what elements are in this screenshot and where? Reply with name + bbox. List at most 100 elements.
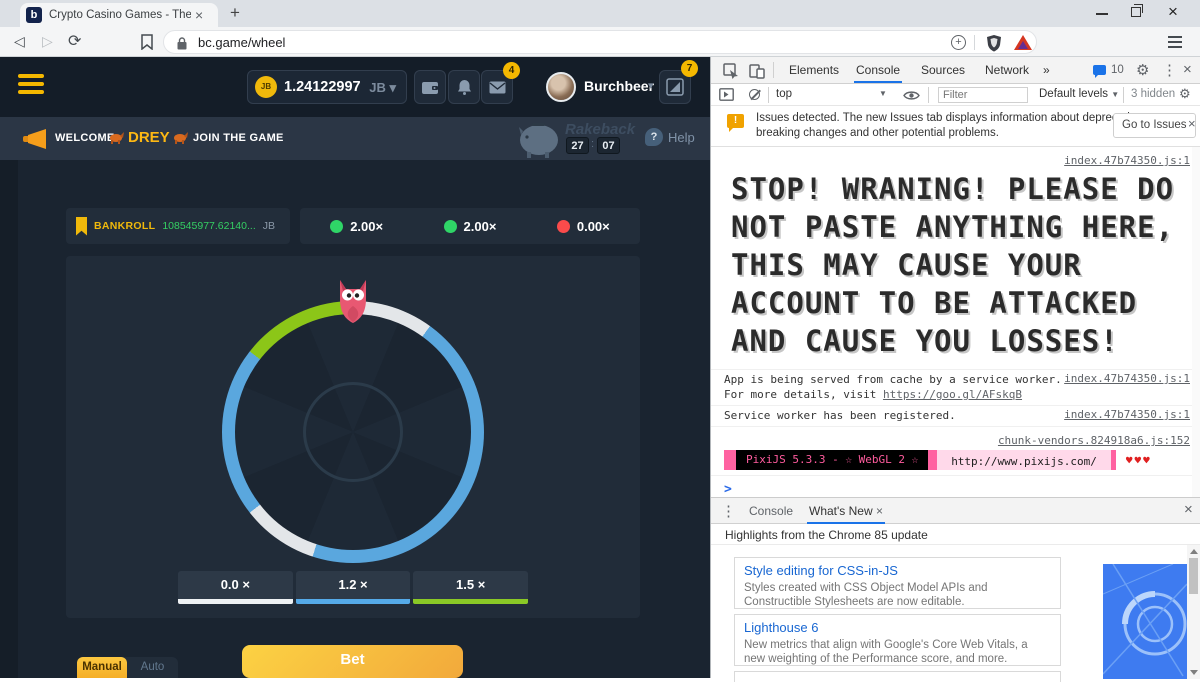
rakeback-timer-sec: 07: [597, 137, 620, 154]
issues-count[interactable]: 10: [1111, 64, 1124, 76]
tab-close-icon[interactable]: ×: [195, 8, 203, 22]
bankroll-currency: JB: [263, 220, 275, 232]
promo-banner: WELCOME DREY JOIN THE GAME Rakeback 27 :…: [0, 117, 710, 160]
chrome-85-artwork: [1103, 564, 1187, 679]
console-toolbar: top ▼ Default levels ▼ 3 hidden ⚙: [711, 84, 1200, 106]
multiplier-underline: [413, 599, 528, 604]
bookmark-icon[interactable]: [140, 34, 154, 50]
address-bar[interactable]: bc.game/wheel +: [163, 30, 1037, 54]
filter-input[interactable]: [938, 87, 1028, 103]
rakeback-label[interactable]: Rakeback: [565, 121, 635, 138]
source-link[interactable]: index.47b74350.js:1: [1064, 408, 1190, 423]
notifications-button[interactable]: [448, 70, 480, 104]
tab-auto[interactable]: Auto: [127, 657, 178, 678]
tab-manual[interactable]: Manual: [77, 657, 127, 678]
card-title-link[interactable]: Style editing for CSS-in-JS: [744, 563, 1051, 578]
wheel-interior: [235, 314, 471, 550]
timer-colon: :: [591, 138, 594, 150]
console-messages: index.47b74350.js:1 STOP! WRANING! PLEAS…: [711, 147, 1200, 497]
window-close-button[interactable]: ×: [1168, 2, 1178, 22]
drawer-tab-whatsnew[interactable]: What's New ×: [807, 498, 885, 524]
drawer-close-icon[interactable]: ×: [1184, 501, 1193, 518]
scroll-down-icon[interactable]: [1190, 670, 1198, 675]
window-maximize-button[interactable]: [1131, 7, 1141, 17]
console-settings-icon[interactable]: ⚙: [1179, 86, 1191, 102]
goo-gl-link[interactable]: https://goo.gl/AFskqB: [883, 388, 1022, 401]
pixijs-link[interactable]: http://www.pixijs.com/: [951, 455, 1097, 468]
divider: [928, 87, 929, 103]
log-levels-dropdown[interactable]: Default levels ▼: [1039, 88, 1119, 100]
source-link[interactable]: index.47b74350.js:1: [1064, 154, 1190, 167]
pixi-banner: PixiJS 5.3.3 - ☆ WebGL 2 ☆ http://www.pi…: [724, 448, 1190, 472]
results-history: 2.00× 2.00× 0.00×: [300, 208, 640, 244]
bankroll-amount: 108545977.62140...: [162, 220, 255, 232]
avatar[interactable]: [546, 72, 576, 102]
tab-sources[interactable]: Sources: [919, 57, 967, 83]
megaphone-icon: [22, 127, 48, 151]
console-prompt-icon[interactable]: >: [711, 476, 1200, 497]
log-text: App is being served from cache by a serv…: [724, 372, 1062, 387]
clear-console-icon[interactable]: [749, 89, 760, 100]
result-dot-red: [557, 220, 570, 233]
console-sidebar-icon[interactable]: [719, 88, 734, 101]
rewards-icon[interactable]: +: [951, 35, 966, 50]
tab-close-icon[interactable]: ×: [876, 504, 883, 518]
window-minimize-button[interactable]: [1096, 13, 1108, 15]
tab-elements[interactable]: Elements: [787, 57, 841, 83]
drawer-tab-console[interactable]: Console: [747, 498, 795, 524]
multiplier-button-0x[interactable]: 0.0 ×: [178, 571, 293, 604]
forward-button[interactable]: ▷: [42, 33, 53, 50]
console-scrollbar[interactable]: [1192, 147, 1200, 497]
devtools-close-icon[interactable]: ×: [1183, 61, 1192, 78]
devtools-tabbar: Elements Console Sources Network » 10 ⚙ …: [711, 57, 1200, 84]
username[interactable]: Burchbeer: [584, 78, 654, 94]
tab-console[interactable]: Console: [854, 57, 902, 83]
bet-button[interactable]: Bet: [242, 645, 463, 678]
brave-shield-icon[interactable]: [986, 34, 1002, 52]
context-selector[interactable]: top: [776, 88, 792, 100]
result-dot-green: [330, 220, 343, 233]
new-tab-button[interactable]: +: [230, 3, 240, 23]
help-icon[interactable]: ?: [645, 128, 663, 146]
whatsnew-card-partial: [734, 671, 1061, 682]
wheel: [222, 301, 484, 563]
url-text[interactable]: bc.game/wheel: [198, 35, 285, 50]
history-item: 0.00×: [557, 219, 610, 234]
game-page: JB 1.24122997 JB ▾ 4 Burchbeer ▾ 7 WELCO…: [0, 57, 710, 678]
device-toolbar-icon[interactable]: [749, 63, 765, 79]
balance-display[interactable]: JB 1.24122997 JB ▾: [247, 70, 407, 104]
tab-network[interactable]: Network: [983, 57, 1031, 83]
divider: [1123, 87, 1124, 103]
inspect-element-icon[interactable]: [723, 63, 739, 79]
card-title-link[interactable]: Lighthouse 6: [744, 620, 1051, 635]
source-link[interactable]: index.47b74350.js:1: [1064, 372, 1190, 387]
go-to-issues-button[interactable]: Go to Issues: [1113, 113, 1196, 138]
multiplier-button-1-2x[interactable]: 1.2 ×: [296, 571, 411, 604]
browser-tabstrip: b Crypto Casino Games - The 16 Bes × + ×: [0, 0, 1200, 27]
help-label[interactable]: Help: [668, 130, 695, 145]
devtools-drawer: ⋮ Console What's New × × Highlights from…: [711, 497, 1200, 678]
issues-bubble-icon[interactable]: [1093, 65, 1106, 75]
game-menu-icon[interactable]: [18, 74, 44, 94]
source-link[interactable]: chunk-vendors.824918a6.js:152: [998, 434, 1190, 447]
settings-gear-icon[interactable]: ⚙: [1136, 61, 1149, 79]
drawer-scrollbar[interactable]: [1187, 545, 1200, 679]
eye-icon[interactable]: [903, 90, 920, 101]
drawer-overflow-icon[interactable]: ⋮: [721, 502, 736, 520]
restore-icon: [1134, 4, 1143, 13]
piggy-bank-icon[interactable]: [517, 119, 561, 159]
tab-title: Crypto Casino Games - The 16 Bes: [49, 9, 191, 21]
bat-triangle-icon[interactable]: [1014, 35, 1032, 50]
wallet-button[interactable]: [414, 70, 446, 104]
scroll-up-icon[interactable]: [1190, 549, 1198, 554]
currency-dropdown[interactable]: JB ▾: [369, 80, 396, 96]
more-tabs-icon[interactable]: »: [1041, 57, 1052, 83]
back-button[interactable]: ◁: [14, 33, 25, 50]
scroll-thumb[interactable]: [1189, 558, 1198, 594]
reload-button[interactable]: ⟳: [68, 31, 81, 51]
browser-tab[interactable]: b Crypto Casino Games - The 16 Bes ×: [20, 3, 218, 27]
overflow-menu-icon[interactable]: ⋮: [1162, 61, 1177, 79]
browser-menu-icon[interactable]: [1168, 36, 1182, 48]
multiplier-button-1-5x[interactable]: 1.5 ×: [413, 571, 528, 604]
issues-close-icon[interactable]: ×: [1188, 117, 1196, 130]
